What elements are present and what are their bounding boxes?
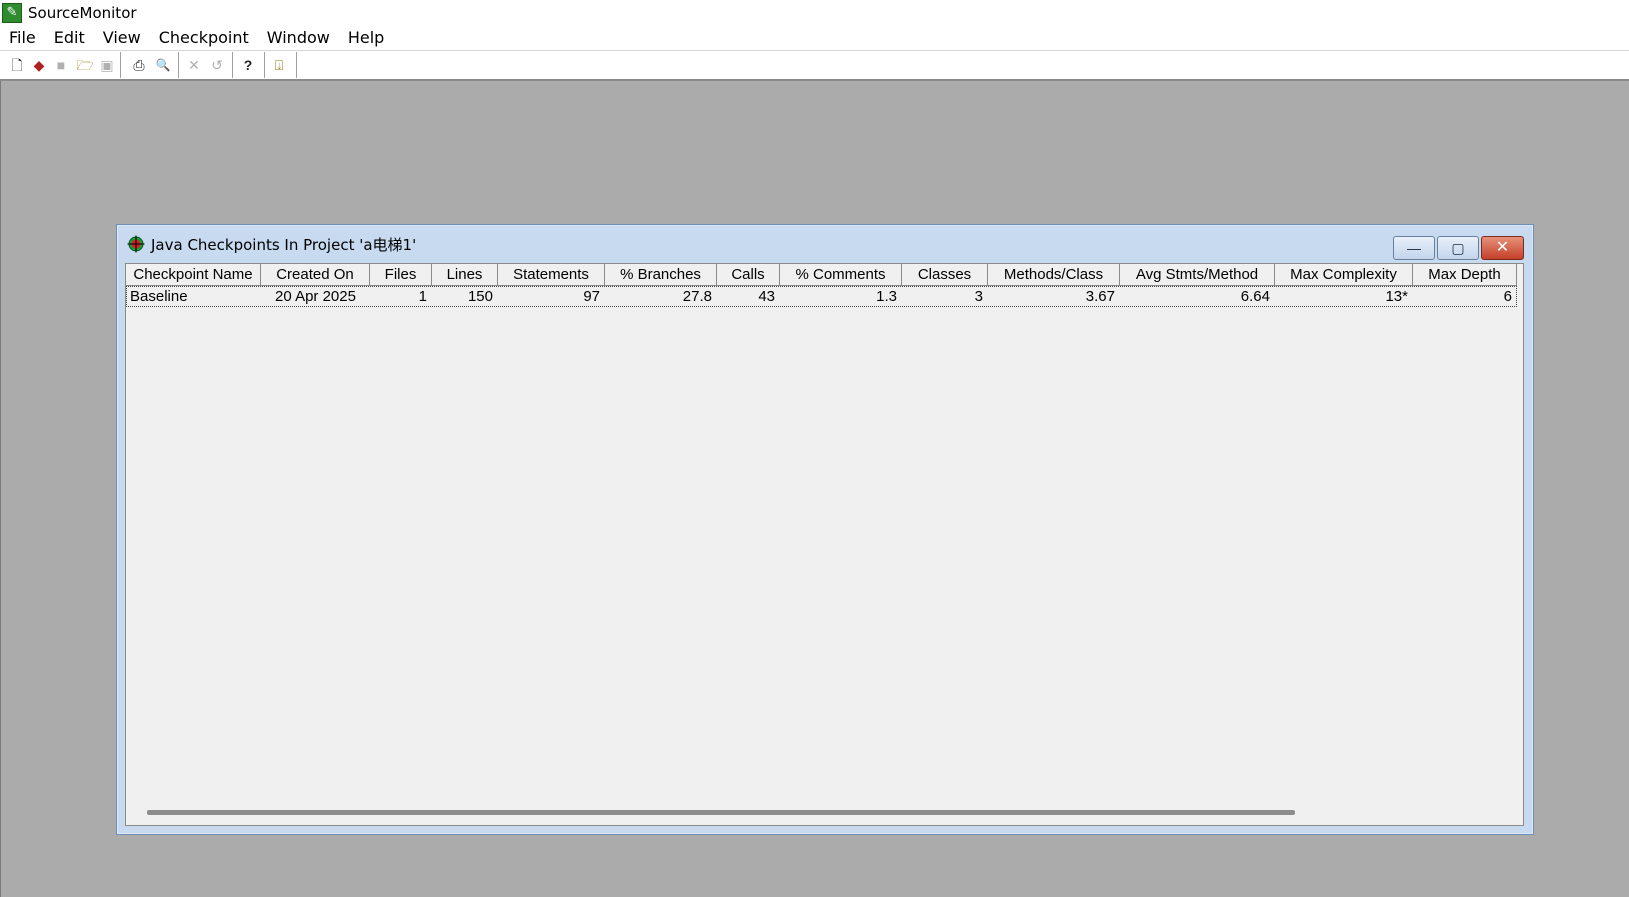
cell-classes: 3 xyxy=(974,288,983,305)
open-folder-icon[interactable]: 🗁 xyxy=(74,54,96,76)
checkpoint-target-icon xyxy=(127,235,145,253)
column-header-branches[interactable]: % Branches xyxy=(605,264,717,286)
cell-methods-per-class: 3.67 xyxy=(1085,288,1115,305)
table-header: Checkpoint Name Created On Files Lines S… xyxy=(126,264,1517,286)
menu-bar: File Edit View Checkpoint Window Help xyxy=(0,25,1629,51)
cell-files: 1 xyxy=(418,288,427,305)
column-header-created-on[interactable]: Created On xyxy=(261,264,370,286)
close-button[interactable]: ✕ xyxy=(1481,236,1524,260)
toolbar-separator xyxy=(264,52,265,78)
column-header-files[interactable]: Files xyxy=(370,264,432,286)
delete-icon[interactable]: ✕ xyxy=(183,54,205,76)
column-header-calls[interactable]: Calls xyxy=(717,264,780,286)
minimize-button[interactable]: — xyxy=(1393,236,1435,260)
copy-checkpoint-icon[interactable]: ■ xyxy=(50,54,72,76)
column-header-checkpoint-name[interactable]: Checkpoint Name xyxy=(126,264,261,286)
save-icon[interactable]: ▣ xyxy=(96,54,118,76)
menu-help[interactable]: Help xyxy=(339,28,393,47)
menu-checkpoint[interactable]: Checkpoint xyxy=(150,28,258,47)
cell-created-on: 20 Apr 2025 xyxy=(275,288,356,305)
app-title: SourceMonitor xyxy=(28,3,137,22)
cell-statements: 97 xyxy=(583,288,600,305)
table-row[interactable]: Baseline 20 Apr 2025 1 150 97 27.8 43 1.… xyxy=(126,286,1517,307)
menu-edit[interactable]: Edit xyxy=(45,28,94,47)
new-checkpoint-icon[interactable]: ◆ xyxy=(28,54,50,76)
cell-calls: 43 xyxy=(758,288,775,305)
column-header-classes[interactable]: Classes xyxy=(902,264,988,286)
app-icon: ✎ xyxy=(2,2,22,23)
exit-icon[interactable]: ⍗ xyxy=(268,54,290,76)
column-header-comments[interactable]: % Comments xyxy=(780,264,902,286)
cell-branches: 27.8 xyxy=(682,288,712,305)
menu-file[interactable]: File xyxy=(0,28,45,47)
menu-window[interactable]: Window xyxy=(258,28,339,47)
undo-icon[interactable]: ↺ xyxy=(206,54,228,76)
column-header-max-depth[interactable]: Max Depth xyxy=(1413,264,1517,286)
cell-max-depth: 6 xyxy=(1503,288,1512,305)
toolbar-separator xyxy=(120,52,121,78)
column-header-statements[interactable]: Statements xyxy=(498,264,605,286)
checkpoints-window-title-bar[interactable]: Java Checkpoints In Project 'a电梯1' — ▢ ✕ xyxy=(117,225,1533,263)
print-preview-icon[interactable]: 🔍 xyxy=(152,54,174,76)
column-header-methods-per-class[interactable]: Methods/Class xyxy=(988,264,1120,286)
horizontal-scrollbar[interactable] xyxy=(126,802,1523,825)
cell-comments: 1.3 xyxy=(876,288,897,305)
maximize-button[interactable]: ▢ xyxy=(1437,236,1479,260)
cell-avg-stmts-per-method: 6.64 xyxy=(1240,288,1270,305)
print-icon[interactable]: ⎙ xyxy=(128,54,150,76)
toolbar-separator xyxy=(178,52,179,78)
toolbar: 🗋 ◆ ■ 🗁 ▣ ⎙ 🔍 ✕ ↺ ? ⍗ xyxy=(0,51,1629,81)
checkpoints-window-title: Java Checkpoints In Project 'a电梯1' xyxy=(151,235,417,254)
column-header-lines[interactable]: Lines xyxy=(432,264,498,286)
toolbar-separator xyxy=(296,52,297,78)
cell-max-complexity: 13* xyxy=(1385,288,1408,305)
menu-view[interactable]: View xyxy=(94,28,150,47)
cell-lines: 150 xyxy=(467,288,493,305)
column-header-avg-stmts-per-method[interactable]: Avg Stmts/Method xyxy=(1120,264,1275,286)
checkpoint-list: Checkpoint Name Created On Files Lines S… xyxy=(125,263,1524,826)
horizontal-scrollbar-thumb[interactable] xyxy=(147,810,1295,815)
cell-checkpoint-name: Baseline xyxy=(130,288,188,305)
app-title-bar: ✎ SourceMonitor xyxy=(0,0,1629,25)
new-file-icon[interactable]: 🗋 xyxy=(6,54,28,76)
toolbar-separator xyxy=(232,52,233,78)
checkpoints-window: Java Checkpoints In Project 'a电梯1' — ▢ ✕… xyxy=(116,224,1534,835)
context-help-icon[interactable]: ? xyxy=(237,54,259,76)
column-header-max-complexity[interactable]: Max Complexity xyxy=(1275,264,1413,286)
